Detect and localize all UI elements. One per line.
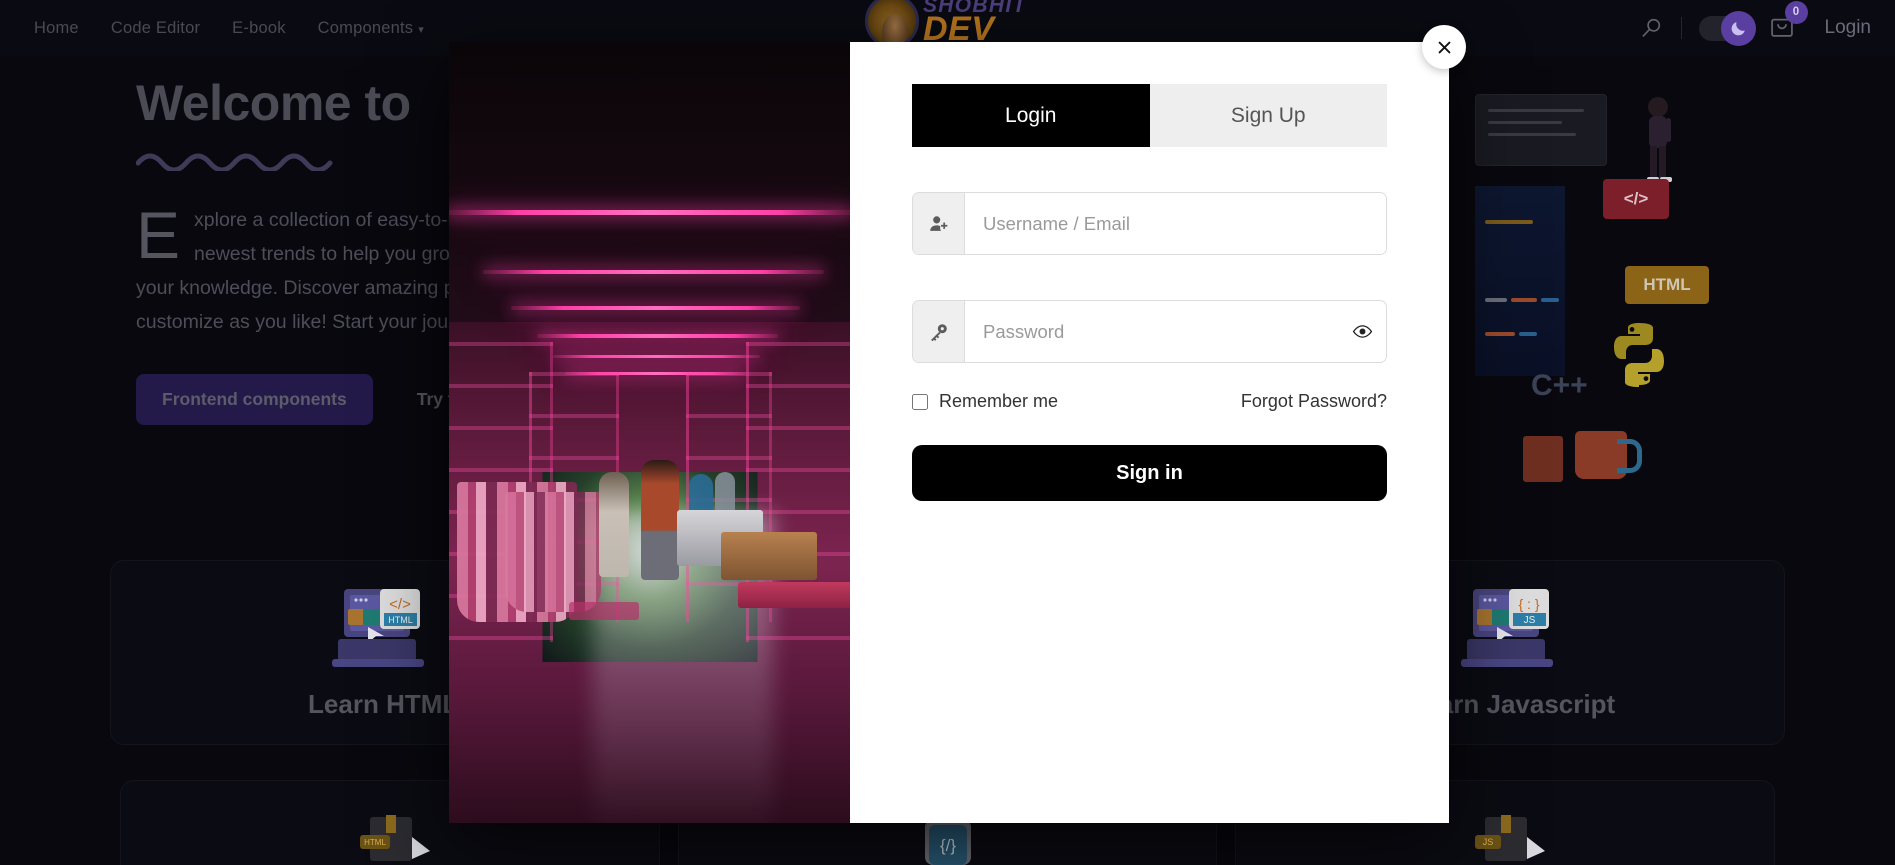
modal-options-row: Remember me Forgot Password? (912, 391, 1387, 412)
illustration-cpp-label: C++ (1531, 369, 1588, 402)
svg-text:JS: JS (1523, 615, 1535, 626)
modal-photo (449, 42, 850, 823)
photo-person-1 (599, 472, 629, 577)
search-icon[interactable] (1638, 15, 1664, 41)
eye-icon[interactable] (1338, 301, 1386, 362)
avatar (865, 0, 919, 48)
illustration-coffee-mug (1575, 431, 1642, 479)
svg-text:{ : }: { : } (1518, 596, 1539, 612)
key-icon (913, 301, 965, 362)
photo-person-2 (641, 460, 679, 580)
illustration-book (1523, 436, 1563, 482)
modal-form: Login Sign Up Username / Email Remember … (850, 25, 1466, 823)
tab-login[interactable]: Login (912, 84, 1150, 147)
js-book-icon: JS (1475, 815, 1546, 861)
tab-signup[interactable]: Sign Up (1149, 84, 1387, 147)
chevron-down-icon: ▾ (418, 23, 424, 36)
illustration-html-badge: HTML (1625, 266, 1709, 304)
nav-item-components-label: Components (317, 18, 414, 37)
login-link[interactable]: Login (1825, 17, 1872, 39)
svg-text:HTML: HTML (364, 838, 386, 847)
remember-me-label: Remember me (939, 391, 1059, 411)
frontend-components-button[interactable]: Frontend components (136, 373, 373, 425)
python-logo-icon (1614, 323, 1664, 387)
forgot-password-link[interactable]: Forgot Password? (1241, 391, 1387, 412)
navbar-divider (1680, 17, 1682, 39)
login-modal: Login Sign Up Username / Email Remember … (449, 25, 1466, 823)
auth-tabs: Login Sign Up (912, 84, 1387, 147)
username-input[interactable] (965, 193, 1386, 254)
shopping-bag-icon[interactable]: 0 (1768, 0, 1808, 45)
nav-item-code-editor-label: Code Editor (110, 18, 201, 37)
html-laptop-icon: </> HTML (332, 589, 425, 667)
nav-item-home-label: Home (34, 18, 79, 37)
nav-item-home[interactable]: Home (34, 19, 79, 38)
nav-item-ebook[interactable]: E-book (232, 19, 285, 38)
cart-count-badge: 0 (1784, 0, 1808, 24)
svg-text:JS: JS (1483, 837, 1494, 847)
brand-name-bottom: DEV (923, 10, 995, 49)
squiggle-underline-icon (135, 153, 333, 173)
nav-links: Home Code Editor E-book Components ▾ (34, 19, 424, 38)
brand-logo[interactable]: SHOBHIT DEV (865, 0, 1027, 48)
illustration-code-badge: </> (1603, 179, 1669, 219)
username-field (912, 192, 1387, 255)
person-add-icon (913, 193, 965, 254)
illustration-code-panel (1475, 186, 1565, 376)
password-field (912, 300, 1387, 363)
remember-me-input[interactable] (912, 393, 928, 410)
photo-ceiling (449, 42, 850, 342)
sign-in-button[interactable]: Sign in (912, 445, 1387, 501)
illustration-person (1647, 97, 1672, 182)
illustration-monitor (1475, 94, 1607, 166)
remember-me-checkbox[interactable]: Remember me (912, 391, 1058, 412)
moon-icon (1720, 10, 1756, 46)
nav-item-ebook-label: E-book (232, 18, 286, 37)
nav-item-code-editor[interactable]: Code Editor (111, 19, 200, 38)
svg-text:HTML: HTML (388, 615, 413, 625)
brand-text: SHOBHIT DEV (923, 0, 1027, 49)
theme-toggle[interactable] (1698, 10, 1756, 46)
password-input[interactable] (965, 301, 1338, 362)
js-laptop-icon: { : } JS (1460, 589, 1553, 667)
close-icon[interactable] (1422, 25, 1466, 69)
nav-item-components[interactable]: Components ▾ (318, 19, 424, 38)
svg-text:</>: </> (389, 596, 411, 613)
navbar-actions: 0 Login (1638, 0, 1872, 56)
svg-text:{/}: {/} (940, 836, 956, 855)
html-book-icon: HTML (359, 815, 430, 861)
